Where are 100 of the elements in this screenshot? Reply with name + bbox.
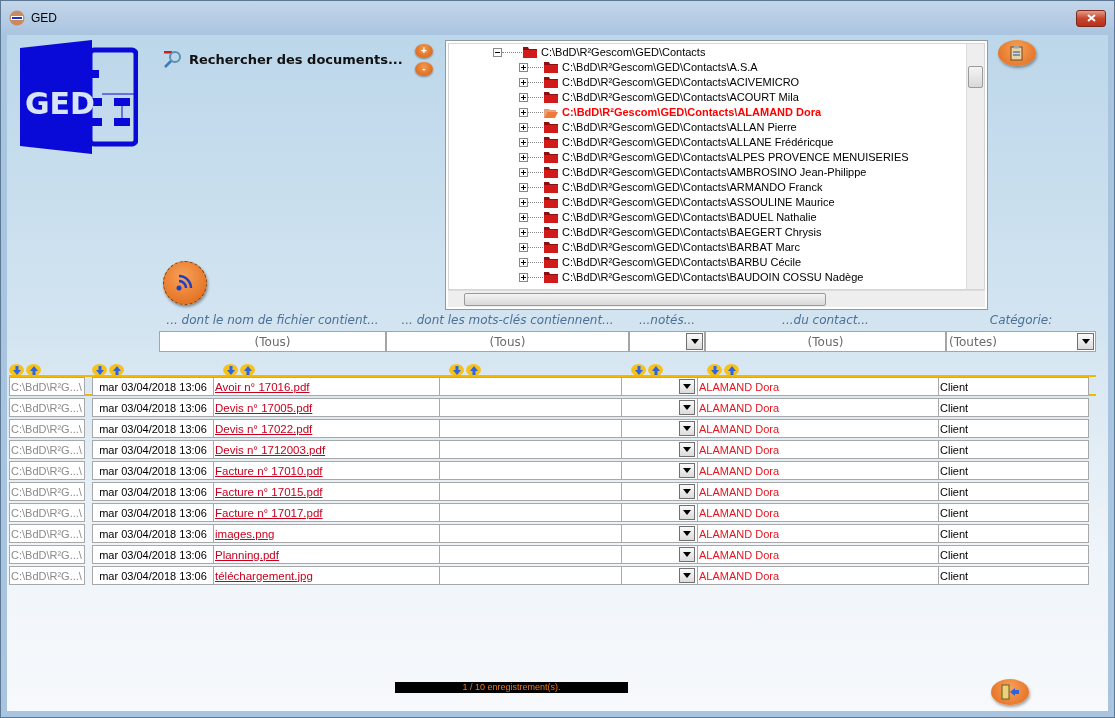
dropdown-button[interactable] bbox=[679, 568, 695, 583]
folder-icon bbox=[543, 241, 559, 254]
sort-ascending-button[interactable] bbox=[240, 364, 255, 376]
path-cell: C:\BdD\R²G...\ bbox=[9, 398, 85, 417]
contact-cell: ALAMAND Dora bbox=[698, 545, 939, 564]
down-arrow-icon bbox=[452, 365, 461, 375]
sort-descending-button[interactable] bbox=[707, 364, 722, 376]
dropdown-button[interactable] bbox=[679, 547, 695, 562]
caret-icon bbox=[683, 405, 691, 410]
folder-icon bbox=[543, 151, 559, 164]
sort-ascending-button[interactable] bbox=[466, 364, 481, 376]
dropdown-button[interactable] bbox=[679, 379, 695, 394]
expand-icon[interactable] bbox=[519, 123, 528, 132]
filter-dropdown[interactable]: (Toutes) bbox=[946, 331, 1096, 352]
tree-item[interactable]: C:\BdD\R²Gescom\GED\Contacts\ALLAN Pierre bbox=[562, 121, 797, 134]
dropdown-button[interactable] bbox=[679, 442, 695, 457]
sort-descending-button[interactable] bbox=[9, 364, 24, 376]
table-row[interactable]: C:\BdD\R²G...\ mar 03/04/2018 13:06 Devis n° 17022.pdf ALAMAND Dora Client bbox=[9, 419, 1096, 436]
up-arrow-icon bbox=[243, 365, 252, 375]
sort-ascending-button[interactable] bbox=[648, 364, 663, 376]
horizontal-scrollbar[interactable] bbox=[448, 290, 985, 307]
table-row[interactable]: C:\BdD\R²G...\ mar 03/04/2018 13:06 Devis n° 17005.pdf ALAMAND Dora Client bbox=[9, 398, 1096, 415]
sort-descending-button[interactable] bbox=[631, 364, 646, 376]
contact-cell: ALAMAND Dora bbox=[698, 398, 939, 417]
filter-field[interactable]: (Tous) bbox=[386, 331, 629, 352]
tree-item[interactable]: C:\BdD\R²Gescom\GED\Contacts\AMBROSINO Jean-Philippe bbox=[562, 166, 867, 179]
path-cell: C:\BdD\R²G...\ bbox=[9, 566, 85, 585]
dropdown-button[interactable] bbox=[686, 333, 703, 350]
sort-ascending-button[interactable] bbox=[26, 364, 41, 376]
file-link[interactable]: Planning.pdf bbox=[215, 548, 279, 561]
category-cell: Client bbox=[939, 545, 1089, 564]
tree-item[interactable]: C:\BdD\R²Gescom\GED\Contacts\ALAMAND Dora bbox=[562, 106, 822, 119]
tree-item[interactable]: C:\BdD\R²Gescom\GED\Contacts\BARBU Cécile bbox=[562, 256, 801, 269]
vertical-scrollbar[interactable] bbox=[966, 44, 984, 289]
app-icon bbox=[9, 10, 25, 26]
caret-icon bbox=[690, 339, 699, 344]
tree-item[interactable]: C:\BdD\R²Gescom\GED\Contacts\ACOURT Mila bbox=[562, 91, 799, 104]
expand-icon[interactable] bbox=[519, 228, 528, 237]
folder-icon bbox=[543, 76, 559, 89]
table-row[interactable]: C:\BdD\R²G...\ mar 03/04/2018 13:06 téléchargement.jpg ALAMAND Dora Client bbox=[9, 566, 1096, 583]
sort-ascending-button[interactable] bbox=[724, 364, 739, 376]
dropdown-button[interactable] bbox=[679, 400, 695, 415]
expand-icon[interactable] bbox=[519, 258, 528, 267]
dropdown-button[interactable] bbox=[679, 526, 695, 541]
filter-field[interactable]: (Tous) bbox=[159, 331, 386, 352]
table-row[interactable]: C:\BdD\R²G...\ mar 03/04/2018 13:06 Facture n° 17017.pdf ALAMAND Dora Client bbox=[9, 503, 1096, 520]
expand-icon[interactable] bbox=[519, 63, 528, 72]
table-row[interactable]: C:\BdD\R²G...\ mar 03/04/2018 13:06 Avoir n° 17016.pdf ALAMAND Dora Client bbox=[9, 377, 1096, 394]
sort-descending-button[interactable] bbox=[449, 364, 464, 376]
tree-item[interactable]: C:\BdD\R²Gescom\GED\Contacts\BARBAT Marc bbox=[562, 241, 800, 254]
caret-icon bbox=[683, 468, 691, 473]
tree-item[interactable]: C:\BdD\R²Gescom\GED\Contacts\ACIVEMICRO bbox=[562, 76, 800, 89]
tree-item[interactable]: C:\BdD\R²Gescom\GED\Contacts\BAUDOIN COSSU Nadège bbox=[562, 271, 864, 284]
sort-descending-button[interactable] bbox=[223, 364, 238, 376]
tree-item[interactable]: C:\BdD\R²Gescom\GED\Contacts\ARMANDO Franck bbox=[562, 181, 823, 194]
speaker-button[interactable] bbox=[163, 261, 207, 305]
folder-icon bbox=[543, 136, 559, 149]
filter-label: ... dont les mots-clés contiennent... bbox=[400, 313, 615, 327]
tree-item[interactable]: C:\BdD\R²Gescom\GED\Contacts\A.S.A bbox=[562, 61, 758, 74]
expand-icon[interactable] bbox=[519, 78, 528, 87]
dropdown-button[interactable] bbox=[679, 505, 695, 520]
open-folder-icon bbox=[543, 106, 559, 119]
tree-item[interactable]: C:\BdD\R²Gescom\GED\Contacts\BADUEL Nathalie bbox=[562, 211, 817, 224]
expand-icon[interactable] bbox=[519, 93, 528, 102]
table-row[interactable]: C:\BdD\R²G...\ mar 03/04/2018 13:06 Facture n° 17015.pdf ALAMAND Dora Client bbox=[9, 482, 1096, 499]
expand-icon[interactable] bbox=[519, 273, 528, 282]
date-cell: mar 03/04/2018 13:06 bbox=[92, 524, 214, 543]
table-row[interactable]: C:\BdD\R²G...\ mar 03/04/2018 13:06 Facture n° 17010.pdf ALAMAND Dora Client bbox=[9, 461, 1096, 478]
table-row[interactable]: C:\BdD\R²G...\ mar 03/04/2018 13:06 images.png ALAMAND Dora Client bbox=[9, 524, 1096, 541]
tree-item[interactable]: C:\BdD\R²Gescom\GED\Contacts\ALLANE Frédéricque bbox=[562, 136, 834, 149]
window-title: GED bbox=[31, 11, 57, 25]
expand-icon[interactable] bbox=[519, 138, 528, 147]
sort-descending-button[interactable] bbox=[92, 364, 107, 376]
expand-icon[interactable] bbox=[519, 153, 528, 162]
tree-item[interactable]: C:\BdD\R²Gescom\GED\Contacts\BAEGERT Chrysis bbox=[562, 226, 822, 239]
dropdown-button[interactable] bbox=[679, 421, 695, 436]
table-row[interactable]: C:\BdD\R²G...\ mar 03/04/2018 13:06 Planning.pdf ALAMAND Dora Client bbox=[9, 545, 1096, 562]
expand-icon[interactable] bbox=[519, 168, 528, 177]
expand-icon[interactable] bbox=[519, 183, 528, 192]
clipboard-button[interactable] bbox=[998, 40, 1036, 66]
filter-label: ... dont le nom de fichier contient... bbox=[165, 313, 380, 327]
table-row[interactable]: C:\BdD\R²G...\ mar 03/04/2018 13:06 Devis n° 1712003.pdf ALAMAND Dora Client bbox=[9, 440, 1096, 457]
tree-item[interactable]: C:\BdD\R²Gescom\GED\Contacts bbox=[541, 46, 706, 59]
dropdown-button[interactable] bbox=[679, 484, 695, 499]
tree-item[interactable]: C:\BdD\R²Gescom\GED\Contacts\ASSOULINE Maurice bbox=[562, 196, 835, 209]
filter-field[interactable]: (Tous) bbox=[705, 331, 946, 352]
exit-button[interactable] bbox=[991, 679, 1029, 705]
tree-item[interactable]: C:\BdD\R²Gescom\GED\Contacts\ALPES PROVENCE MENUISERIES bbox=[562, 151, 909, 164]
expand-icon[interactable] bbox=[519, 243, 528, 252]
close-button[interactable] bbox=[1076, 9, 1106, 27]
dropdown-button[interactable] bbox=[1077, 333, 1094, 350]
sort-ascending-button[interactable] bbox=[109, 364, 124, 376]
filter-dropdown[interactable] bbox=[629, 331, 705, 352]
collapse-icon[interactable] bbox=[493, 48, 502, 57]
expand-icon[interactable] bbox=[519, 213, 528, 222]
expand-icon[interactable] bbox=[519, 198, 528, 207]
dropdown-button[interactable] bbox=[679, 463, 695, 478]
file-link[interactable]: images.png bbox=[215, 527, 275, 540]
contact-cell: ALAMAND Dora bbox=[698, 566, 939, 585]
expand-icon[interactable] bbox=[519, 108, 528, 117]
